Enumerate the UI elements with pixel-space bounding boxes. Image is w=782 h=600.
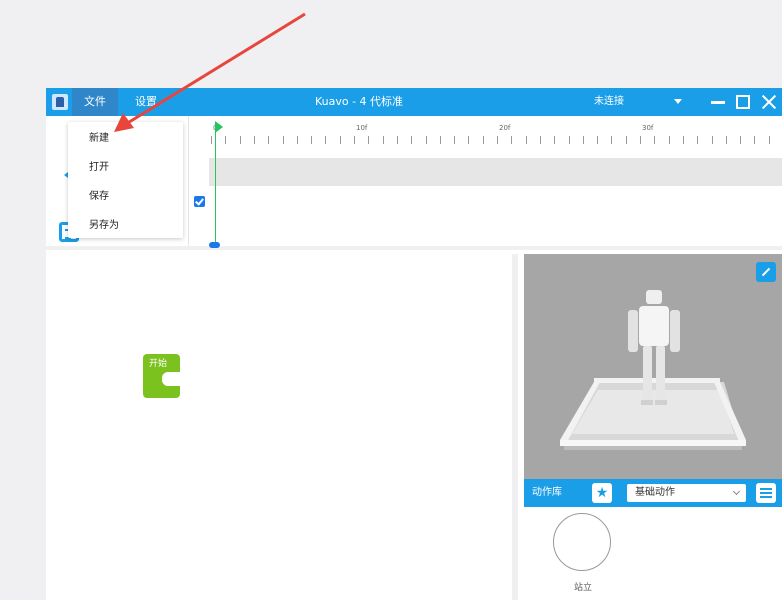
ruler-tick (425, 136, 427, 144)
ruler-tick (354, 136, 355, 144)
track-checkbox[interactable] (194, 196, 205, 207)
maximize-icon[interactable] (736, 95, 750, 109)
action-list: 站立 (524, 507, 782, 600)
robot-scene (560, 290, 746, 450)
ruler-tick-label: 10f (356, 124, 368, 132)
ruler-tick (582, 136, 584, 144)
ruler-tick (296, 136, 298, 144)
category-select-value: 基础动作 (635, 487, 675, 498)
action-library-label: 动作库 (532, 487, 562, 498)
connection-status[interactable]: 未连接 (594, 88, 634, 116)
window-title: Kuavo - 4 代标准 (314, 95, 404, 108)
ruler-tick (754, 136, 756, 144)
ruler-tick (411, 136, 413, 144)
robot-foot-left (641, 400, 653, 405)
robot-head (646, 290, 662, 304)
ruler-tick (396, 136, 398, 144)
menu-item-open[interactable]: 打开 (68, 153, 183, 182)
ruler-tick (382, 136, 384, 144)
block-notch (162, 372, 180, 386)
ruler-tick (339, 136, 341, 144)
ruler-tick (539, 136, 541, 144)
robot-arm-left (628, 310, 638, 352)
menu-file[interactable]: 文件 (72, 88, 118, 116)
close-icon[interactable] (760, 93, 778, 111)
block-workspace[interactable]: 开始 (46, 254, 518, 600)
ruler-tick (568, 136, 570, 144)
ruler-tick (454, 136, 456, 144)
ruler-tick (611, 136, 613, 144)
timeline-track[interactable] (209, 158, 782, 186)
rail-front (560, 440, 746, 446)
ruler-tick (268, 136, 270, 144)
menu-item-save[interactable]: 保存 (68, 182, 183, 211)
ruler-tick (768, 136, 770, 144)
star-icon[interactable]: ★ (592, 483, 612, 503)
ruler-tick (625, 136, 627, 144)
ruler-tick (682, 136, 684, 144)
floor-checker (572, 390, 734, 434)
ruler-tick-label: 20f (499, 124, 511, 132)
chevron-down-icon[interactable] (674, 99, 682, 104)
ruler-tick (668, 136, 670, 144)
ruler-tick (468, 136, 470, 144)
ruler-tick (482, 136, 484, 144)
ruler-tick (497, 136, 498, 144)
ruler-tick (253, 136, 255, 144)
action-label: 站立 (573, 583, 592, 593)
file-menu-dropdown: 新建 打开 保存 另存为 (68, 122, 183, 238)
action-thumbnail[interactable] (553, 513, 611, 571)
robot-3d-viewport[interactable] (524, 254, 782, 479)
ruler-tick (640, 136, 641, 144)
menu-settings[interactable]: 设置 (126, 88, 166, 116)
ruler-tick-label: 30f (642, 124, 654, 132)
robot-leg-left (643, 346, 652, 400)
robot-app-icon (52, 94, 68, 110)
ruler-tick (654, 136, 656, 144)
ruler-tick (239, 136, 241, 144)
ruler-tick (225, 136, 227, 144)
ruler-tick (511, 136, 513, 144)
action-library-bar: 动作库 ★ 基础动作 (524, 479, 782, 507)
playhead-handle[interactable] (209, 242, 220, 248)
robot-foot-right (655, 400, 667, 405)
title-bar: 文件 设置 Kuavo - 4 代标准 未连接 (46, 88, 782, 116)
playhead-marker-icon[interactable] (215, 121, 223, 133)
ruler-tick (725, 136, 727, 144)
chevron-down-icon (732, 487, 741, 496)
playhead-line[interactable] (215, 124, 216, 242)
robot-leg-right (656, 346, 665, 400)
ruler-tick (740, 136, 742, 144)
ruler-tick (525, 136, 527, 144)
minimize-icon[interactable] (711, 101, 725, 104)
menu-item-save-as[interactable]: 另存为 (68, 211, 183, 240)
ruler-tick (697, 136, 699, 144)
menu-icon[interactable] (756, 483, 776, 503)
ruler-tick (368, 136, 370, 144)
fullscreen-icon[interactable] (756, 262, 776, 282)
menu-item-new[interactable]: 新建 (68, 124, 183, 153)
timeline-ruler[interactable]: 0f 10f 20f 30f (211, 124, 782, 146)
robot-torso (639, 306, 669, 346)
ruler-tick (439, 136, 441, 144)
ruler-tick (325, 136, 327, 144)
start-block-label: 开始 (149, 359, 168, 369)
start-block[interactable]: 开始 (143, 354, 180, 398)
ruler-tick (597, 136, 599, 144)
ruler-tick (282, 136, 284, 144)
category-select[interactable]: 基础动作 (627, 484, 746, 502)
robot-arm-right (670, 310, 680, 352)
ruler-tick (211, 136, 212, 144)
ruler-tick (311, 136, 313, 144)
ruler-tick (711, 136, 713, 144)
ruler-tick (554, 136, 556, 144)
